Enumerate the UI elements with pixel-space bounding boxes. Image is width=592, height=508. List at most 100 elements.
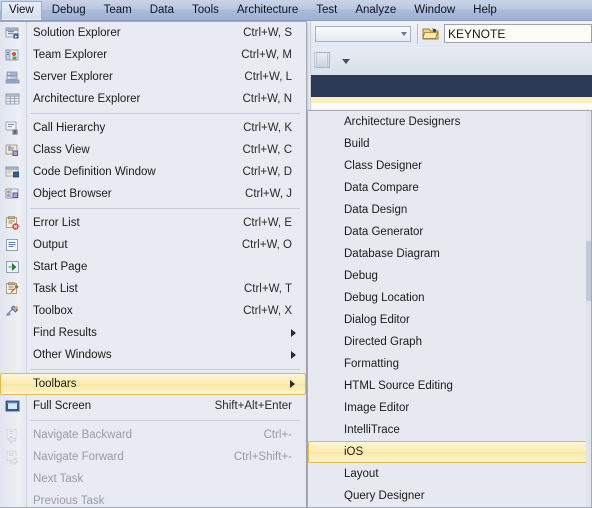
menu-item-previous-task: Previous Task — [0, 490, 306, 507]
solution-explorer-icon — [5, 26, 21, 41]
team-explorer-icon — [5, 48, 21, 63]
menubar-item-team[interactable]: Team — [96, 1, 140, 20]
menu-item-icon-slot — [0, 278, 26, 300]
menubar-item-data[interactable]: Data — [142, 1, 182, 20]
menu-item-query-designer[interactable]: Query Designer — [308, 485, 591, 507]
menu-item-layout[interactable]: Layout — [308, 463, 591, 485]
menu-item-label: Class View — [33, 144, 90, 156]
menu-item-label: iOS — [344, 446, 364, 458]
menu-item-class-view[interactable]: Class View Ctrl+W, C — [0, 139, 306, 161]
menu-item-label: Error List — [33, 217, 80, 229]
open-folder-icon[interactable] — [422, 26, 440, 42]
menu-item-label: IntelliTrace — [344, 424, 400, 436]
menu-item-directed-graph[interactable]: Directed Graph — [308, 331, 591, 353]
menu-item-toolbars[interactable]: Toolbars — [0, 373, 306, 395]
menu-item-toolbox[interactable]: Toolbox Ctrl+W, X — [0, 300, 306, 322]
menu-item-debug[interactable]: Debug — [308, 265, 591, 287]
toolbars-submenu-item-list: Architecture Designers Build Class Designe… — [308, 111, 591, 507]
menubar-item-analyze[interactable]: Analyze — [347, 1, 404, 20]
menu-item-label: Class Designer — [344, 160, 422, 172]
menu-item-data-compare[interactable]: Data Compare — [308, 177, 591, 199]
menu-item-start-page[interactable]: Start Page — [0, 256, 306, 278]
menu-item-output[interactable]: Output Ctrl+W, O — [0, 234, 306, 256]
menu-item-solution-explorer[interactable]: Solution Explorer Ctrl+W, S — [0, 22, 306, 44]
menubar-item-help[interactable]: Help — [465, 1, 505, 20]
menu-item-label: Output — [33, 239, 68, 251]
menu-item-label: Layout — [344, 468, 379, 480]
task-list-icon — [5, 281, 21, 297]
menu-item-icon-slot — [0, 117, 26, 139]
menubar-item-tools[interactable]: Tools — [184, 1, 227, 20]
menu-item-label: Data Generator — [344, 226, 424, 238]
toolbar-overflow-chevron-icon[interactable] — [342, 59, 350, 64]
visual-studio-window: KEYNOTE Solution Explorer Ctrl+W, S Team E… — [0, 0, 592, 508]
menu-item-label: Task List — [33, 283, 78, 295]
view-menu-item-list: Solution Explorer Ctrl+W, S Team Explorer C… — [0, 22, 306, 507]
menu-item-shortcut: Ctrl+W, T — [243, 283, 292, 295]
search-input[interactable]: KEYNOTE — [444, 24, 592, 43]
toolbars-submenu-scrollbar[interactable] — [586, 111, 591, 507]
menu-item-formatting[interactable]: Formatting — [308, 353, 591, 375]
menu-item-debug-location[interactable]: Debug Location — [308, 287, 591, 309]
menu-item-icon-slot — [0, 395, 26, 417]
menu-item-architecture-explorer[interactable]: Architecture Explorer Ctrl+W, N — [0, 88, 306, 110]
menubar-item-debug[interactable]: Debug — [44, 1, 94, 20]
menu-item-shortcut: Ctrl+W, K — [243, 122, 292, 134]
menubar-item-test[interactable]: Test — [308, 1, 345, 20]
menu-item-icon-slot — [0, 88, 26, 110]
document-header-band — [310, 75, 592, 97]
menu-item-label: Architecture Designers — [344, 116, 461, 128]
menu-item-build[interactable]: Build — [308, 133, 591, 155]
toolbar-mini-button-2[interactable] — [314, 52, 328, 68]
menu-item-shortcut: Ctrl+W, X — [243, 305, 292, 317]
toolbar-combo-box[interactable] — [315, 26, 411, 42]
menu-item-call-hierarchy[interactable]: Call Hierarchy Ctrl+W, K — [0, 117, 306, 139]
menu-item-object-browser[interactable]: Object Browser Ctrl+W, J — [0, 183, 306, 205]
menu-item-database-diagram[interactable]: Database Diagram — [308, 243, 591, 265]
menubar-item-view[interactable]: View — [1, 0, 42, 20]
menu-item-error-list[interactable]: Error List Ctrl+W, E — [0, 212, 306, 234]
menu-item-code-definition-window[interactable]: Code Definition Window Ctrl+W, D — [0, 161, 306, 183]
menu-item-find-results[interactable]: Find Results — [0, 322, 306, 344]
menu-item-icon-slot — [0, 468, 26, 490]
menu-item-icon-slot — [0, 256, 26, 278]
call-hierarchy-icon — [5, 121, 21, 136]
menu-item-full-screen[interactable]: Full Screen Shift+Alt+Enter — [0, 395, 306, 417]
menu-item-task-list[interactable]: Task List Ctrl+W, T — [0, 278, 306, 300]
submenu-arrow-icon — [290, 380, 295, 388]
menu-item-shortcut: Ctrl+- — [263, 429, 292, 441]
code-definition-icon — [5, 165, 21, 180]
menu-item-shortcut: Ctrl+W, O — [241, 239, 292, 251]
menu-item-label: Dialog Editor — [344, 314, 410, 326]
menubar-item-window[interactable]: Window — [406, 1, 463, 20]
toolbar-separator — [417, 24, 419, 44]
menu-item-server-explorer[interactable]: Server Explorer Ctrl+W, L — [0, 66, 306, 88]
menu-item-label: Other Windows — [33, 349, 112, 361]
menu-item-dialog-editor[interactable]: Dialog Editor — [308, 309, 591, 331]
menu-item-data-design[interactable]: Data Design — [308, 199, 591, 221]
menu-item-team-explorer[interactable]: Team Explorer Ctrl+W, M — [0, 44, 306, 66]
menu-item-icon-slot — [0, 139, 26, 161]
menu-item-html-source-editing[interactable]: HTML Source Editing — [308, 375, 591, 397]
menu-item-icon-slot — [0, 44, 26, 66]
menu-item-icon-slot — [0, 66, 26, 88]
menu-item-intellitrace[interactable]: IntelliTrace — [308, 419, 591, 441]
menu-item-class-designer[interactable]: Class Designer — [308, 155, 591, 177]
object-browser-icon — [5, 187, 21, 202]
scrollbar-thumb[interactable] — [586, 241, 591, 301]
menu-item-label: Toolbars — [33, 378, 77, 390]
menu-item-image-editor[interactable]: Image Editor — [308, 397, 591, 419]
menubar-item-architecture[interactable]: Architecture — [229, 1, 306, 20]
menu-item-icon-slot — [0, 212, 26, 234]
menu-item-data-generator[interactable]: Data Generator — [308, 221, 591, 243]
menu-item-label: Code Definition Window — [33, 166, 156, 178]
chevron-down-icon[interactable] — [401, 32, 407, 36]
menu-item-architecture-designers[interactable]: Architecture Designers — [308, 111, 591, 133]
menu-item-icon-slot — [0, 446, 26, 468]
menu-item-other-windows[interactable]: Other Windows — [0, 344, 306, 366]
start-page-icon — [5, 260, 21, 275]
menu-item-label: Architecture Explorer — [33, 93, 141, 105]
class-view-icon — [5, 143, 21, 158]
menu-item-label: Find Results — [33, 327, 97, 339]
menu-item-ios[interactable]: iOS — [308, 441, 591, 463]
